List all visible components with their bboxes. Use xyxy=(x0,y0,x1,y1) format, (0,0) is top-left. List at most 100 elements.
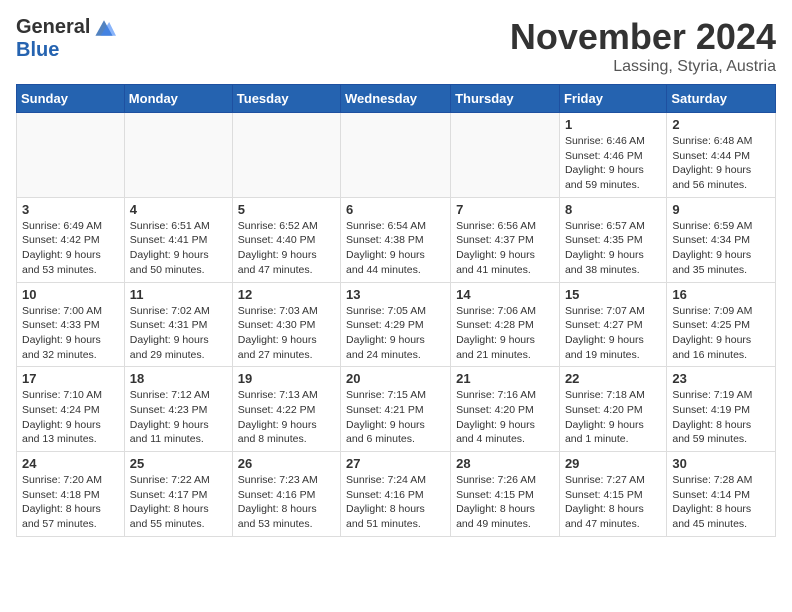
calendar-cell: 5Sunrise: 6:52 AM Sunset: 4:40 PM Daylig… xyxy=(232,197,340,282)
calendar-cell: 14 Sunrise: 7:06 AM Sunset: 4:28 PM Dayli… xyxy=(451,282,560,367)
calendar-cell: 27 Sunrise: 7:24 AM Sunset: 4:16 PM Dayli… xyxy=(341,452,451,537)
calendar-cell: 9 Sunrise: 6:59 AM Sunset: 4:34 PM Daylig… xyxy=(667,197,776,282)
day-number: 26 xyxy=(238,456,335,471)
day-info: Sunrise: 6:46 AM Sunset: 4:46 PM Dayligh… xyxy=(565,134,661,193)
calendar-week-row: 10 Sunrise: 7:00 AM Sunset: 4:33 PM Dayli… xyxy=(17,282,776,367)
calendar-week-row: 3Sunrise: 6:49 AM Sunset: 4:42 PM Daylig… xyxy=(17,197,776,282)
day-info: Sunrise: 7:15 AM Sunset: 4:21 PM Dayligh… xyxy=(346,388,445,447)
calendar-cell: 29 Sunrise: 7:27 AM Sunset: 4:15 PM Dayli… xyxy=(559,452,666,537)
calendar-cell: 17 Sunrise: 7:10 AM Sunset: 4:24 PM Dayli… xyxy=(17,367,125,452)
calendar-header-saturday: Saturday xyxy=(667,85,776,113)
day-info: Sunrise: 7:13 AM Sunset: 4:22 PM Dayligh… xyxy=(238,388,335,447)
calendar-cell: 24 Sunrise: 7:20 AM Sunset: 4:18 PM Dayli… xyxy=(17,452,125,537)
calendar-cell: 13 Sunrise: 7:05 AM Sunset: 4:29 PM Dayli… xyxy=(341,282,451,367)
calendar-header-row: SundayMondayTuesdayWednesdayThursdayFrid… xyxy=(17,85,776,113)
day-info: Sunrise: 6:57 AM Sunset: 4:35 PM Dayligh… xyxy=(565,219,661,278)
day-info: Sunrise: 7:09 AM Sunset: 4:25 PM Dayligh… xyxy=(672,304,770,363)
day-number: 6 xyxy=(346,202,445,217)
calendar-cell xyxy=(17,113,125,198)
calendar-cell: 18Sunrise: 7:12 AM Sunset: 4:23 PM Dayli… xyxy=(124,367,232,452)
day-number: 22 xyxy=(565,371,661,386)
title-section: November 2024 Lassing, Styria, Austria xyxy=(510,16,776,76)
calendar: SundayMondayTuesdayWednesdayThursdayFrid… xyxy=(16,84,776,537)
day-info: Sunrise: 6:48 AM Sunset: 4:44 PM Dayligh… xyxy=(672,134,770,193)
calendar-cell: 16 Sunrise: 7:09 AM Sunset: 4:25 PM Dayli… xyxy=(667,282,776,367)
calendar-cell: 22 Sunrise: 7:18 AM Sunset: 4:20 PM Dayli… xyxy=(559,367,666,452)
day-number: 20 xyxy=(346,371,445,386)
day-info: Sunrise: 7:07 AM Sunset: 4:27 PM Dayligh… xyxy=(565,304,661,363)
day-number: 19 xyxy=(238,371,335,386)
day-info: Sunrise: 7:19 AM Sunset: 4:19 PM Dayligh… xyxy=(672,388,770,447)
day-info: Sunrise: 6:52 AM Sunset: 4:40 PM Dayligh… xyxy=(238,219,335,278)
calendar-cell: 7 Sunrise: 6:56 AM Sunset: 4:37 PM Daylig… xyxy=(451,197,560,282)
calendar-cell: 8Sunrise: 6:57 AM Sunset: 4:35 PM Daylig… xyxy=(559,197,666,282)
month-title: November 2024 xyxy=(510,16,776,58)
day-number: 9 xyxy=(672,202,770,217)
logo-icon xyxy=(92,18,116,38)
day-info: Sunrise: 7:18 AM Sunset: 4:20 PM Dayligh… xyxy=(565,388,661,447)
day-number: 18 xyxy=(130,371,227,386)
calendar-header-monday: Monday xyxy=(124,85,232,113)
day-info: Sunrise: 7:03 AM Sunset: 4:30 PM Dayligh… xyxy=(238,304,335,363)
day-number: 7 xyxy=(456,202,554,217)
day-number: 1 xyxy=(565,117,661,132)
day-number: 12 xyxy=(238,287,335,302)
day-number: 16 xyxy=(672,287,770,302)
day-info: Sunrise: 6:51 AM Sunset: 4:41 PM Dayligh… xyxy=(130,219,227,278)
day-number: 25 xyxy=(130,456,227,471)
day-number: 24 xyxy=(22,456,119,471)
calendar-cell: 4 Sunrise: 6:51 AM Sunset: 4:41 PM Daylig… xyxy=(124,197,232,282)
day-number: 15 xyxy=(565,287,661,302)
day-number: 4 xyxy=(130,202,227,217)
day-number: 23 xyxy=(672,371,770,386)
calendar-cell: 10 Sunrise: 7:00 AM Sunset: 4:33 PM Dayli… xyxy=(17,282,125,367)
day-info: Sunrise: 6:56 AM Sunset: 4:37 PM Dayligh… xyxy=(456,219,554,278)
day-number: 30 xyxy=(672,456,770,471)
calendar-header-wednesday: Wednesday xyxy=(341,85,451,113)
calendar-cell: 11Sunrise: 7:02 AM Sunset: 4:31 PM Dayli… xyxy=(124,282,232,367)
day-number: 10 xyxy=(22,287,119,302)
day-info: Sunrise: 7:16 AM Sunset: 4:20 PM Dayligh… xyxy=(456,388,554,447)
day-info: Sunrise: 7:05 AM Sunset: 4:29 PM Dayligh… xyxy=(346,304,445,363)
logo: General Blue xyxy=(16,16,116,62)
calendar-cell: 20 Sunrise: 7:15 AM Sunset: 4:21 PM Dayli… xyxy=(341,367,451,452)
page-header: General Blue November 2024 Lassing, Styr… xyxy=(16,16,776,76)
day-number: 13 xyxy=(346,287,445,302)
day-info: Sunrise: 7:26 AM Sunset: 4:15 PM Dayligh… xyxy=(456,473,554,532)
calendar-week-row: 17 Sunrise: 7:10 AM Sunset: 4:24 PM Dayli… xyxy=(17,367,776,452)
day-number: 17 xyxy=(22,371,119,386)
day-info: Sunrise: 7:02 AM Sunset: 4:31 PM Dayligh… xyxy=(130,304,227,363)
day-number: 21 xyxy=(456,371,554,386)
calendar-cell: 12 Sunrise: 7:03 AM Sunset: 4:30 PM Dayli… xyxy=(232,282,340,367)
day-info: Sunrise: 7:00 AM Sunset: 4:33 PM Dayligh… xyxy=(22,304,119,363)
calendar-cell xyxy=(451,113,560,198)
calendar-header-thursday: Thursday xyxy=(451,85,560,113)
day-info: Sunrise: 7:10 AM Sunset: 4:24 PM Dayligh… xyxy=(22,388,119,447)
calendar-cell xyxy=(341,113,451,198)
day-info: Sunrise: 7:22 AM Sunset: 4:17 PM Dayligh… xyxy=(130,473,227,532)
day-info: Sunrise: 7:20 AM Sunset: 4:18 PM Dayligh… xyxy=(22,473,119,532)
day-info: Sunrise: 7:23 AM Sunset: 4:16 PM Dayligh… xyxy=(238,473,335,532)
calendar-cell: 3Sunrise: 6:49 AM Sunset: 4:42 PM Daylig… xyxy=(17,197,125,282)
calendar-cell: 2 Sunrise: 6:48 AM Sunset: 4:44 PM Daylig… xyxy=(667,113,776,198)
calendar-week-row: 1 Sunrise: 6:46 AM Sunset: 4:46 PM Daylig… xyxy=(17,113,776,198)
day-info: Sunrise: 7:24 AM Sunset: 4:16 PM Dayligh… xyxy=(346,473,445,532)
day-number: 27 xyxy=(346,456,445,471)
day-info: Sunrise: 7:06 AM Sunset: 4:28 PM Dayligh… xyxy=(456,304,554,363)
calendar-cell: 1 Sunrise: 6:46 AM Sunset: 4:46 PM Daylig… xyxy=(559,113,666,198)
day-number: 14 xyxy=(456,287,554,302)
calendar-cell: 26 Sunrise: 7:23 AM Sunset: 4:16 PM Dayli… xyxy=(232,452,340,537)
day-info: Sunrise: 6:59 AM Sunset: 4:34 PM Dayligh… xyxy=(672,219,770,278)
calendar-cell: 19 Sunrise: 7:13 AM Sunset: 4:22 PM Dayli… xyxy=(232,367,340,452)
day-info: Sunrise: 7:27 AM Sunset: 4:15 PM Dayligh… xyxy=(565,473,661,532)
calendar-cell: 25 Sunrise: 7:22 AM Sunset: 4:17 PM Dayli… xyxy=(124,452,232,537)
day-number: 2 xyxy=(672,117,770,132)
logo-blue-text: Blue xyxy=(16,39,59,62)
day-info: Sunrise: 6:49 AM Sunset: 4:42 PM Dayligh… xyxy=(22,219,119,278)
calendar-week-row: 24 Sunrise: 7:20 AM Sunset: 4:18 PM Dayli… xyxy=(17,452,776,537)
calendar-cell: 21 Sunrise: 7:16 AM Sunset: 4:20 PM Dayli… xyxy=(451,367,560,452)
day-number: 29 xyxy=(565,456,661,471)
calendar-header-tuesday: Tuesday xyxy=(232,85,340,113)
calendar-cell xyxy=(232,113,340,198)
logo-general-text: General xyxy=(16,16,90,39)
